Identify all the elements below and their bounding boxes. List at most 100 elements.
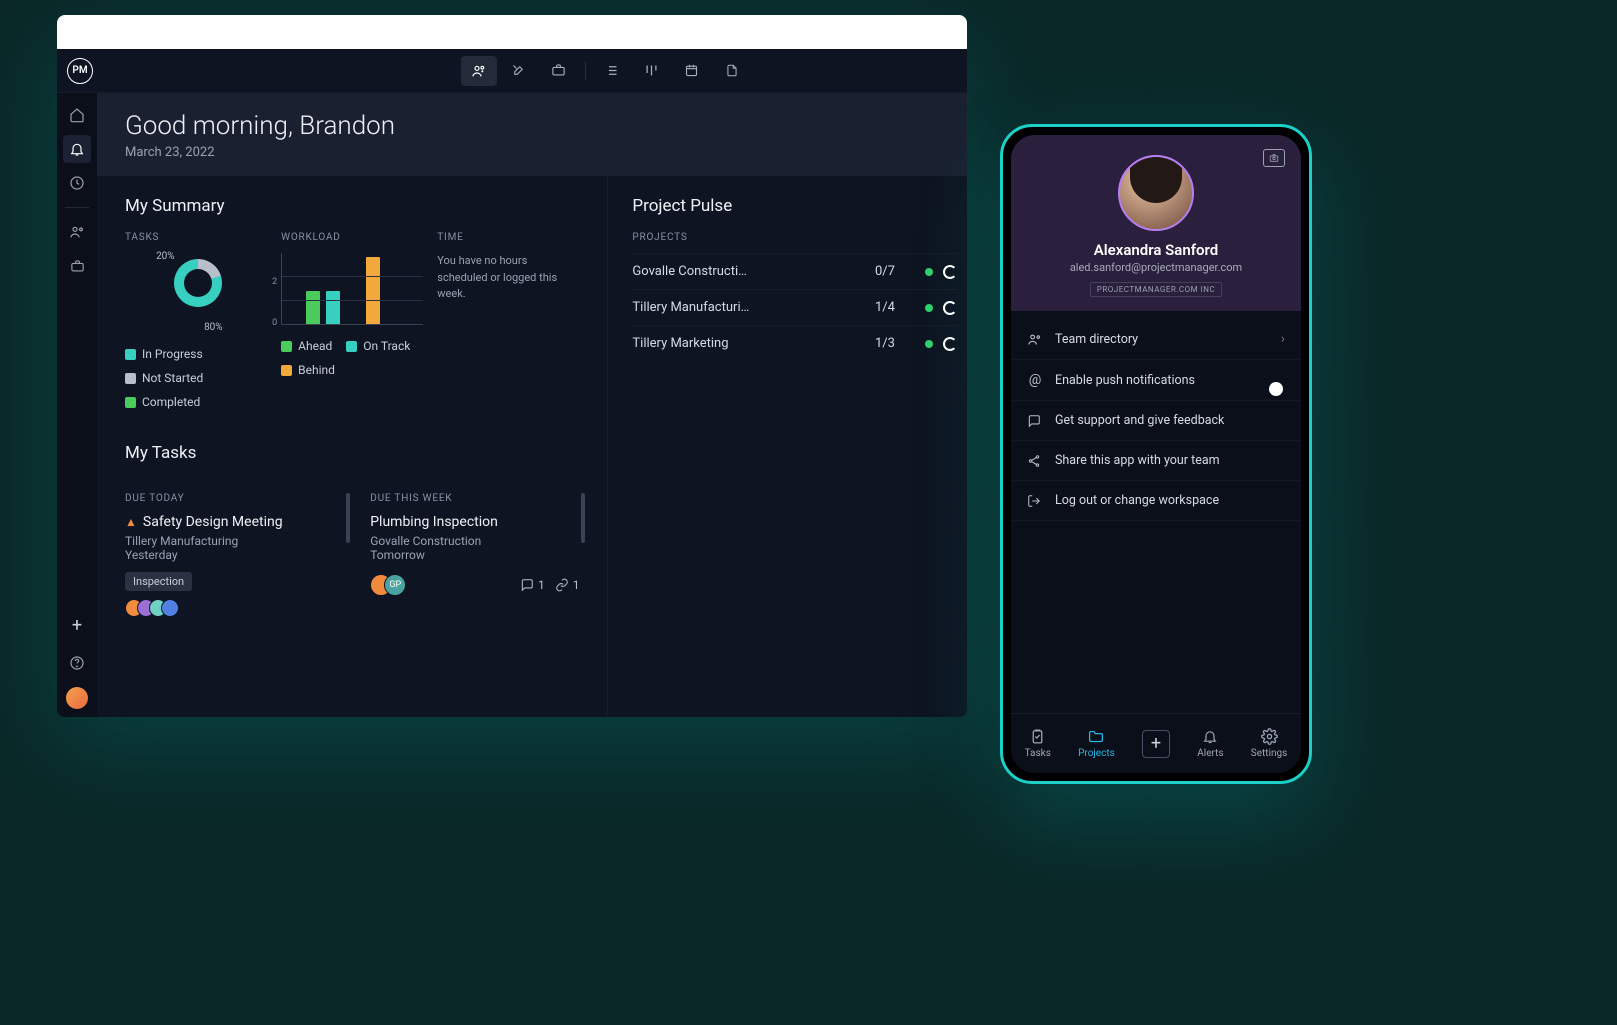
workload-col: WORKLOAD 0 2 [281,232,423,409]
file-icon[interactable] [714,56,750,86]
task-row[interactable]: Plumbing Inspection [370,514,579,530]
warning-icon: ▲ [125,515,137,529]
profile-org-badge: PROJECTMANAGER.COM INC [1090,282,1222,297]
donut-icon [174,259,222,307]
app-body: + Good morning, Brandon March 23, 2022 M… [57,93,967,717]
header: Good morning, Brandon March 23, 2022 [97,93,967,176]
gear-icon [1261,728,1278,745]
menu-team-directory[interactable]: Team directory › [1011,319,1301,360]
team-icon[interactable] [461,56,497,86]
tasks-col: TASKS 20% 80% In Progress Not Started Co [125,232,267,409]
help-icon[interactable] [63,649,91,677]
task-name: Plumbing Inspection [370,514,498,530]
date: March 23, 2022 [125,145,939,160]
bar [366,257,380,324]
camera-icon[interactable] [1263,149,1285,167]
scroll-thumb[interactable] [346,493,350,543]
tasks-due-week: DUE THIS WEEK Plumbing Inspection Govall… [370,493,579,617]
tasks-title: My Tasks [125,443,579,463]
avatar-chip [161,599,179,617]
time-kicker: TIME [437,232,579,243]
spinner-icon [943,301,957,315]
bell-icon [1202,728,1218,745]
people-icon[interactable] [63,218,91,246]
clock-icon[interactable] [63,169,91,197]
projects-kicker: PROJECTS [632,232,957,243]
notifications-icon[interactable] [63,135,91,163]
tasks-kicker: TASKS [125,232,267,243]
legend-not-started: Not Started [125,371,203,385]
links-count[interactable]: 1 [555,578,580,592]
status-dot-icon [925,340,933,348]
task-project: Tillery Manufacturing [125,534,334,548]
tab-alerts[interactable]: Alerts [1197,728,1223,759]
greeting: Good morning, Brandon [125,111,939,141]
tab-settings[interactable]: Settings [1251,728,1288,759]
workload-chart: 0 2 [281,253,423,325]
pulse-title: Project Pulse [632,196,957,216]
tasks-wrap: DUE TODAY ▲ Safety Design Meeting Tiller… [125,493,579,617]
task-when: Yesterday [125,548,334,562]
profile-email: aled.sanford@projectmanager.com [1027,261,1285,274]
logout-icon [1027,494,1043,508]
project-row[interactable]: Govalle Constructi… 0/7 [632,253,957,289]
settings-list: Team directory › @ Enable push notificat… [1011,311,1301,713]
briefcase-icon[interactable] [541,56,577,86]
task-row[interactable]: ▲ Safety Design Meeting [125,514,334,530]
tools-icon[interactable] [501,56,537,86]
tasks-due-today: DUE TODAY ▲ Safety Design Meeting Tiller… [125,493,334,617]
spinner-icon [943,337,957,351]
menu-push-notifications[interactable]: @ Enable push notifications [1011,360,1301,401]
panel-pulse: Project Pulse PROJECTS Govalle Construct… [608,176,967,717]
task-project: Govalle Construction [370,534,579,548]
tab-tasks[interactable]: Tasks [1025,728,1051,759]
menu-logout[interactable]: Log out or change workspace [1011,481,1301,521]
app-frame: PM + [57,49,967,717]
summary-grid: TASKS 20% 80% In Progress Not Started Co [125,232,579,409]
legend-completed: Completed [125,395,200,409]
legend-on-track: On Track [346,339,410,353]
topbar-view-switch [301,56,750,86]
browser-chrome [57,15,967,49]
legend-in-progress: In Progress [125,347,203,361]
tasks-donut: 20% 80% [146,253,246,333]
clipboard-icon [1029,728,1046,745]
content: Good morning, Brandon March 23, 2022 My … [97,93,967,717]
panel-summary: My Summary TASKS 20% 80% [97,176,608,717]
profile-name: Alexandra Sanford [1027,241,1285,259]
legend-behind: Behind [281,363,335,377]
bar [306,291,320,325]
board-icon[interactable] [634,56,670,86]
project-row[interactable]: Tillery Marketing 1/3 [632,325,957,361]
home-icon[interactable] [63,101,91,129]
scroll-thumb[interactable] [581,493,585,543]
tasks-legend: In Progress Not Started Completed [125,347,267,409]
spinner-icon [943,265,957,279]
tabbar: Tasks Projects + Alerts Settings [1011,713,1301,773]
tab-projects[interactable]: Projects [1078,728,1115,759]
time-message: You have no hours scheduled or logged th… [437,253,579,303]
briefcase-rail-icon[interactable] [63,252,91,280]
list-icon[interactable] [594,56,630,86]
task-tag[interactable]: Inspection [125,572,192,591]
status-dot-icon [925,304,933,312]
add-icon[interactable]: + [63,611,91,639]
profile-avatar[interactable] [1118,155,1194,231]
time-col: TIME You have no hours scheduled or logg… [437,232,579,409]
comments-count[interactable]: 1 [520,578,545,592]
people-icon [1027,332,1043,347]
at-icon: @ [1027,372,1043,388]
phone-frame: Alexandra Sanford aled.sanford@projectma… [1000,124,1312,784]
panels: My Summary TASKS 20% 80% [97,176,967,717]
due-week-label: DUE THIS WEEK [370,493,579,504]
folder-icon [1087,728,1105,745]
menu-share[interactable]: Share this app with your team [1011,441,1301,481]
menu-support[interactable]: Get support and give feedback [1011,401,1301,441]
logo[interactable]: PM [67,58,93,84]
project-row[interactable]: Tillery Manufacturi… 1/4 [632,289,957,325]
calendar-icon[interactable] [674,56,710,86]
tab-add-button[interactable]: + [1142,730,1170,758]
task-name: Safety Design Meeting [143,514,283,530]
chat-icon [1027,414,1043,428]
avatar[interactable] [66,687,88,709]
